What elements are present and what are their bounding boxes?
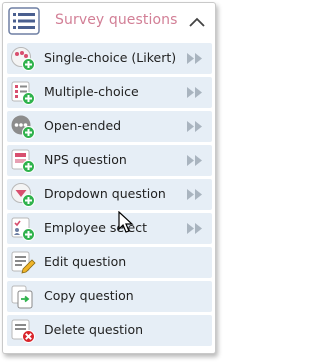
menu-item-delete-question[interactable]: Delete question [7, 315, 212, 346]
list-menu-icon [8, 7, 40, 35]
menu-item-copy-question[interactable]: Copy question [7, 281, 212, 312]
copy-question-icon [11, 285, 33, 309]
chevron-up-icon[interactable] [187, 15, 207, 29]
menu-item-label: NPS question [44, 152, 127, 167]
menu-item-nps-question[interactable]: NPS question [7, 145, 212, 176]
double-chevron-right-icon[interactable] [185, 120, 205, 133]
double-chevron-right-icon[interactable] [185, 222, 205, 235]
menu-item-edit-question[interactable]: Edit question [7, 247, 212, 278]
survey-questions-menu: Survey questions Single-choice (Likert) [2, 2, 216, 354]
menu-header[interactable]: Survey questions [3, 3, 215, 41]
menu-item-single-choice[interactable]: Single-choice (Likert) [7, 43, 212, 74]
double-chevron-right-icon[interactable] [185, 52, 205, 65]
menu-item-label: Open-ended [44, 118, 122, 133]
double-chevron-right-icon[interactable] [185, 86, 205, 99]
menu-item-dropdown-question[interactable]: Dropdown question [7, 179, 212, 210]
edit-question-icon [11, 251, 36, 274]
menu-item-open-ended[interactable]: Open-ended [7, 111, 212, 142]
single-choice-add-icon [11, 47, 35, 71]
menu-item-label: Multiple-choice [44, 84, 139, 99]
menu-title: Survey questions [55, 12, 178, 28]
dropdown-add-icon [11, 183, 35, 207]
multiple-choice-add-icon [11, 81, 35, 105]
nps-add-icon [11, 149, 35, 173]
menu-item-label: Edit question [44, 254, 127, 269]
menu-item-label: Delete question [44, 322, 144, 337]
delete-question-icon [11, 319, 35, 343]
double-chevron-right-icon[interactable] [185, 188, 205, 201]
menu-item-label: Employee select [44, 220, 148, 235]
menu-item-label: Copy question [44, 288, 134, 303]
menu-item-multiple-choice[interactable]: Multiple-choice [7, 77, 212, 108]
double-chevron-right-icon[interactable] [185, 154, 205, 167]
menu-item-employee-select[interactable]: Employee select [7, 213, 212, 244]
employee-select-add-icon [11, 217, 35, 241]
open-ended-add-icon [11, 115, 35, 139]
menu-item-label: Single-choice (Likert) [44, 50, 177, 65]
menu-item-label: Dropdown question [44, 186, 166, 201]
